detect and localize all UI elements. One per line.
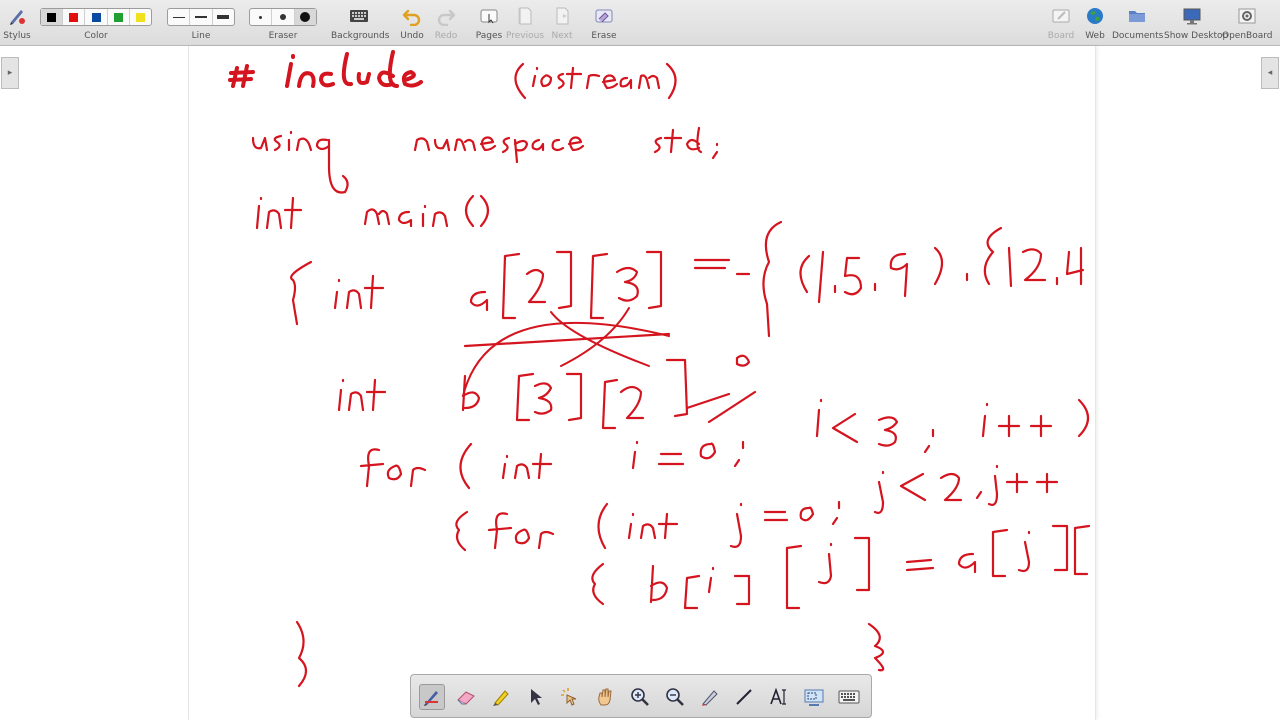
previous-button[interactable]: Previous [506, 0, 544, 45]
color-black[interactable] [41, 9, 64, 25]
line-thin[interactable] [168, 9, 191, 25]
openboard-icon [1238, 8, 1256, 24]
color-picker: Color [40, 0, 152, 45]
color-blue[interactable] [85, 9, 108, 25]
highlighter-tool-button[interactable] [488, 684, 514, 710]
eraser-medium[interactable] [272, 9, 295, 25]
capture-icon [804, 689, 824, 706]
documents-button[interactable]: Documents [1112, 0, 1163, 45]
zoom-out-button[interactable] [662, 684, 688, 710]
pointer-tool-button[interactable] [523, 684, 549, 710]
web-icon [1087, 8, 1103, 24]
next-button[interactable]: Next [546, 0, 578, 45]
left-palette-toggle[interactable]: ▸ [1, 57, 19, 89]
stylus-button[interactable]: Stylus [0, 0, 34, 45]
eraser-icon [457, 691, 475, 705]
keyboard-grid-icon [350, 10, 368, 22]
virtual-keyboard-button[interactable] [836, 684, 862, 710]
keyboard-icon [838, 690, 860, 704]
hand-icon [598, 688, 612, 706]
zoom-in-icon [631, 688, 649, 706]
erase-button[interactable]: Erase [586, 0, 622, 45]
line-medium[interactable] [190, 9, 213, 25]
previous-icon [518, 7, 532, 25]
openboard-button[interactable]: OpenBoard [1222, 0, 1273, 45]
color-yellow[interactable] [130, 9, 151, 25]
color-red[interactable] [63, 9, 86, 25]
eraser-size-picker: Eraser [249, 0, 317, 45]
undo-button[interactable]: Undo [396, 0, 428, 45]
eraser-sizes [249, 8, 317, 26]
backgrounds-button[interactable]: Backgrounds [331, 0, 389, 45]
zoom-in-button[interactable] [627, 684, 653, 710]
web-button[interactable]: Web [1080, 0, 1110, 45]
show-desktop-icon [1183, 8, 1201, 25]
board-page[interactable] [188, 46, 1096, 720]
laser-tool-button[interactable] [557, 684, 583, 710]
chevron-right-icon: ▸ [7, 68, 13, 78]
eraser-large[interactable] [294, 9, 316, 25]
line-widths [167, 8, 235, 26]
board-button[interactable]: Board [1044, 0, 1078, 45]
laser-icon [561, 688, 577, 706]
board-icon [1052, 9, 1070, 23]
pages-icon [480, 9, 498, 24]
undo-icon [402, 9, 421, 26]
tool-dock [410, 674, 872, 718]
zoom-out-icon [666, 688, 684, 706]
redo-icon [437, 9, 456, 26]
pointer-icon [531, 689, 542, 705]
line-thick[interactable] [213, 9, 234, 25]
line-tool-button[interactable] [731, 684, 757, 710]
show-desktop-button[interactable]: Show Desktop [1164, 0, 1228, 45]
handwriting-canvas [228, 50, 1091, 688]
erase-icon [595, 9, 613, 23]
line-icon [736, 689, 752, 705]
line-width-picker: Line [167, 0, 235, 45]
redo-button[interactable]: Redo [430, 0, 462, 45]
next-icon [556, 7, 569, 25]
documents-icon [1129, 11, 1145, 22]
hand-tool-button[interactable] [592, 684, 618, 710]
text-tool-button[interactable] [766, 684, 792, 710]
eraser-small[interactable] [250, 9, 273, 25]
top-toolbar: Stylus Color Line Eraser Backgrounds Und… [0, 0, 1280, 46]
chevron-left-icon: ◂ [1267, 68, 1273, 78]
stylus-icon [424, 691, 438, 706]
stylus-icon [10, 10, 25, 25]
pen-tool-button[interactable] [419, 684, 445, 710]
color-green[interactable] [108, 9, 130, 25]
pages-button[interactable]: Pages [472, 0, 506, 45]
capture-tool-button[interactable] [801, 684, 827, 710]
highlighter-icon [493, 690, 509, 706]
pen-settings-button[interactable] [697, 684, 723, 710]
right-palette-toggle[interactable]: ◂ [1261, 57, 1279, 89]
text-icon [770, 687, 786, 705]
eraser-tool-button[interactable] [453, 684, 479, 710]
color-swatches [40, 8, 152, 26]
marker-icon [702, 690, 718, 706]
